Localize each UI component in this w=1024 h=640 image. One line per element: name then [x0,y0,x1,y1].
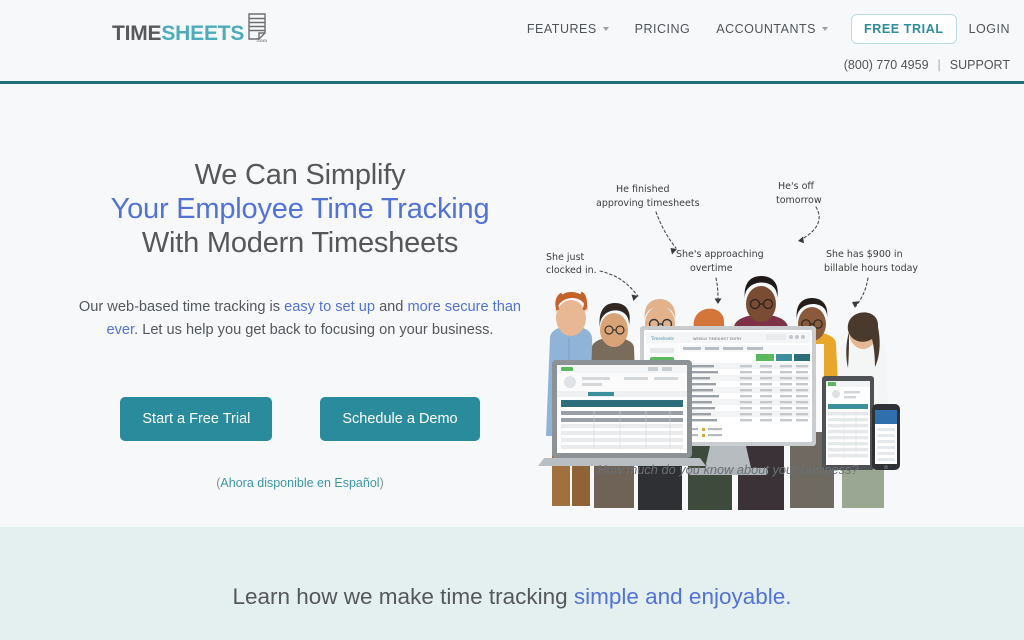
device-laptop [538,360,706,466]
logo-wordmark: TIMESHEETS [112,23,244,44]
annotation-billable-line2: billable hours today [824,263,918,274]
arrow-approving [655,211,677,249]
headline-line-2: Your Employee Time Tracking [110,193,490,226]
device-phone [872,404,900,470]
schedule-demo-button[interactable]: Schedule a Demo [320,397,480,441]
headline-line-1: We Can Simplify [194,159,406,191]
chevron-down-icon [821,27,828,31]
annotation-clocked-in-line1: She just [546,252,585,263]
annotation-approving-line2: approving timesheets [596,198,700,209]
subtext-link-easy-setup[interactable]: easy to set up [284,299,375,315]
annotation-off-tomorrow-line1: He's off [778,181,814,192]
headline-line-3: With Modern Timesheets [141,227,459,260]
logo-dotcom: .com [255,38,268,43]
stacked-sheets-icon: .com [245,12,268,43]
subnav-separator: | [937,58,941,72]
hero-caption: How much do you know about your business… [597,462,859,477]
annotation-billable-line1: She has $900 in [826,249,903,260]
logo-word-sheets: SHEETS [161,22,245,45]
svg-text:WEEKLY TIMESHEET ENTRY: WEEKLY TIMESHEET ENTRY [693,337,742,341]
arrowhead-overtime [714,298,722,304]
arrowhead-off-tomorrow [798,236,804,244]
annotation-clocked-in-line2: clocked in. [546,265,597,276]
hero-subtext: Our web-based time tracking is easy to s… [75,296,525,341]
nav-item-pricing[interactable]: PRICING [622,16,704,42]
chevron-down-icon [602,27,609,31]
subtext-seg-1: Our web-based time tracking is [78,299,285,315]
support-link[interactable]: SUPPORT [950,58,1010,72]
site-logo[interactable]: TIMESHEETS .com [112,12,267,44]
annotation-overtime-line1: She's approaching [676,249,764,260]
header-contact-bar: (800) 770 4959 | SUPPORT [844,58,1010,72]
main-navigation: FEATURES PRICING ACCOUNTANTS FREE TRIAL … [514,14,1024,44]
hero-section: We Can Simplify Your Employee Time Track… [0,84,1024,527]
arrowhead-billable [852,301,859,308]
spanish-link[interactable]: Ahora disponible en Español [220,476,379,490]
band-text-part1: Learn how we make time tracking [232,584,574,609]
annotation-off-tomorrow-line2: tomorrow [776,195,822,206]
nav-label-pricing: PRICING [634,22,691,36]
arrow-off-tomorrow [799,206,820,241]
subtext-seg-2: and [375,299,408,315]
spanish-availability-note: (Ahora disponible en Español) [60,476,540,490]
annotation-approving-line1: He finished [616,184,670,195]
svg-text:Timesheets: Timesheets [650,336,674,341]
nav-label-accountants: ACCOUNTANTS [716,22,816,36]
logo-word-time: TIME [112,22,162,45]
learn-more-band: Learn how we make time tracking simple a… [0,527,1024,640]
site-header: TIMESHEETS .com FEATURES PRICING ACCOUNT… [0,0,1024,84]
device-tablet [822,376,874,470]
subtext-seg-3: . Let us help you get back to focusing o… [134,321,494,338]
nav-item-features[interactable]: FEATURES [514,16,622,42]
phone-link[interactable]: (800) 770 4959 [844,58,929,72]
nav-label-features: FEATURES [526,22,597,36]
arrow-clocked-in [599,270,639,297]
start-free-trial-button[interactable]: Start a Free Trial [120,397,273,441]
arrow-overtime [715,277,719,303]
nav-item-accountants[interactable]: ACCOUNTANTS [703,16,841,42]
page-root: TIMESHEETS .com FEATURES PRICING ACCOUNT… [0,0,1024,640]
band-text-part2[interactable]: simple and enjoyable. [574,584,792,609]
annotation-overtime-line2: overtime [690,263,733,274]
hero-cta-row: Start a Free Trial Schedule a Demo [60,397,540,441]
login-link[interactable]: LOGIN [965,16,1024,42]
band-heading: Learn how we make time tracking simple a… [0,584,1024,610]
page-title: We Can Simplify Your Employee Time Track… [60,158,540,261]
paren-close: ) [379,476,384,490]
free-trial-button[interactable]: FREE TRIAL [850,14,957,44]
